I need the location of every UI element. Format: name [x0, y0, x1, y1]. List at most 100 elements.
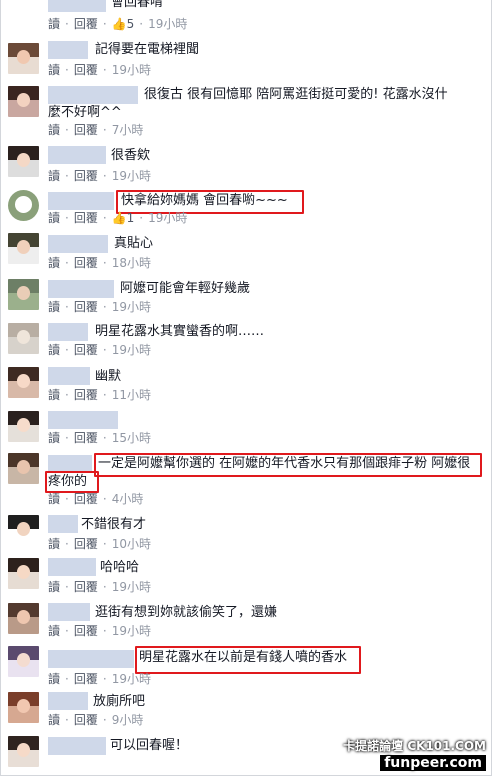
commenter-name[interactable]: [48, 411, 118, 429]
commenter-name[interactable]: [48, 367, 90, 385]
reply-link[interactable]: 回覆: [74, 672, 98, 686]
timestamp[interactable]: 9小時: [112, 713, 144, 727]
comment-actions: 讀 · 回覆 · 👍1 · 19小時: [48, 211, 188, 225]
timestamp[interactable]: 19小時: [148, 17, 187, 31]
avatar[interactable]: [8, 146, 39, 177]
like-count[interactable]: 👍5: [112, 17, 135, 31]
timestamp[interactable]: 19小時: [148, 211, 187, 225]
read-link[interactable]: 讀: [48, 300, 60, 314]
commenter-name[interactable]: [48, 323, 88, 341]
read-link[interactable]: 讀: [48, 492, 60, 506]
avatar[interactable]: [8, 646, 39, 677]
avatar[interactable]: [8, 453, 39, 484]
reply-link[interactable]: 回覆: [74, 388, 98, 402]
reply-link[interactable]: 回覆: [74, 63, 98, 77]
avatar[interactable]: [8, 279, 39, 310]
reply-link[interactable]: 回覆: [74, 431, 98, 445]
like-count[interactable]: 👍1: [112, 211, 135, 225]
reply-link[interactable]: 回覆: [74, 343, 98, 357]
read-link[interactable]: 讀: [48, 624, 60, 638]
comment-actions: 讀 · 回覆 · 10小時: [48, 537, 151, 551]
comment-text: 幽默: [95, 369, 122, 384]
read-link[interactable]: 讀: [48, 537, 60, 551]
timestamp[interactable]: 19小時: [112, 343, 151, 357]
reply-link[interactable]: 回覆: [74, 580, 98, 594]
read-link[interactable]: 讀: [48, 211, 60, 225]
avatar[interactable]: [8, 515, 39, 546]
timestamp[interactable]: 19小時: [112, 580, 151, 594]
reply-link[interactable]: 回覆: [74, 169, 98, 183]
commenter-name[interactable]: [48, 235, 108, 253]
avatar[interactable]: [8, 86, 39, 117]
commenter-name[interactable]: [48, 146, 106, 164]
comment: 逛街有想到妳就該偷笑了，還嫌 讀 · 回覆 · 19小時: [0, 598, 490, 642]
comment: 很香欸 讀 · 回覆 · 19小時: [0, 142, 490, 186]
commenter-name[interactable]: [48, 692, 88, 710]
commenter-name[interactable]: [48, 515, 78, 533]
comment-actions: 讀 · 回覆 · 19小時: [48, 343, 151, 357]
comment-text: 逛街有想到妳就該偷笑了，還嫌: [95, 605, 278, 620]
reply-link[interactable]: 回覆: [74, 211, 98, 225]
read-link[interactable]: 讀: [48, 388, 60, 402]
reply-link[interactable]: 回覆: [74, 123, 98, 137]
commenter-name[interactable]: [48, 280, 114, 298]
timestamp[interactable]: 19小時: [112, 63, 151, 77]
avatar[interactable]: [8, 323, 39, 354]
avatar[interactable]: [8, 411, 39, 442]
timestamp[interactable]: 19小時: [112, 672, 151, 686]
commenter-name[interactable]: [48, 603, 90, 621]
comment-actions: 讀 · 回覆 · 9小時: [48, 713, 144, 727]
read-link[interactable]: 讀: [48, 17, 60, 31]
commenter-name[interactable]: [48, 41, 88, 59]
read-link[interactable]: 讀: [48, 431, 60, 445]
commenter-name[interactable]: [48, 558, 96, 576]
read-link[interactable]: 讀: [48, 169, 60, 183]
avatar[interactable]: [8, 736, 39, 767]
read-link[interactable]: 讀: [48, 713, 60, 727]
read-link[interactable]: 讀: [48, 123, 60, 137]
timestamp[interactable]: 19小時: [112, 169, 151, 183]
comment-actions: 讀 · 回覆 · 7小時: [48, 123, 144, 137]
reply-link[interactable]: 回覆: [74, 256, 98, 270]
avatar[interactable]: [8, 367, 39, 398]
timestamp[interactable]: 4小時: [112, 492, 144, 506]
avatar[interactable]: [8, 558, 39, 589]
reply-link[interactable]: 回覆: [74, 17, 98, 31]
avatar[interactable]: [8, 603, 39, 634]
comment: 不錯很有才 讀 · 回覆 · 10小時: [0, 510, 490, 554]
avatar[interactable]: [8, 43, 39, 74]
comment-actions: 讀 · 回覆 · 19小時: [48, 63, 151, 77]
timestamp[interactable]: 15小時: [112, 431, 151, 445]
timestamp[interactable]: 18小時: [112, 256, 151, 270]
commenter-name[interactable]: [48, 0, 106, 12]
timestamp[interactable]: 19小時: [112, 624, 151, 638]
read-link[interactable]: 讀: [48, 343, 60, 357]
read-link[interactable]: 讀: [48, 63, 60, 77]
reply-link[interactable]: 回覆: [74, 492, 98, 506]
timestamp[interactable]: 19小時: [112, 300, 151, 314]
comment-text: 明星花露水在以前是有錢人噴的香水: [139, 650, 348, 665]
read-link[interactable]: 讀: [48, 256, 60, 270]
avatar[interactable]: [8, 692, 39, 723]
reply-link[interactable]: 回覆: [74, 300, 98, 314]
commenter-name[interactable]: [48, 192, 114, 210]
commenter-name[interactable]: [48, 737, 106, 755]
avatar[interactable]: [8, 190, 39, 221]
reply-link[interactable]: 回覆: [74, 537, 98, 551]
reply-link[interactable]: 回覆: [74, 624, 98, 638]
read-link[interactable]: 讀: [48, 580, 60, 594]
comment-text: 哈哈哈: [100, 560, 140, 575]
avatar[interactable]: [8, 233, 39, 264]
comment: 記得要在電梯裡聞 讀 · 回覆 · 19小時: [0, 40, 490, 82]
comment-text: 快拿給妳媽媽 會回春喲~~~: [121, 193, 288, 208]
reply-link[interactable]: 回覆: [74, 713, 98, 727]
timestamp[interactable]: 7小時: [112, 123, 144, 137]
comment-actions: 讀 · 回覆 · 18小時: [48, 256, 151, 270]
comment: 真貼心 讀 · 回覆 · 18小時: [0, 231, 490, 276]
timestamp[interactable]: 11小時: [112, 388, 151, 402]
read-link[interactable]: 讀: [48, 672, 60, 686]
comment: 阿嬤可能會年輕好幾歲 讀 · 回覆 · 19小時: [0, 276, 490, 320]
comment: 一定是阿嬤幫你選的 在阿嬤的年代香水只有那個跟痱子粉 阿嬤很疼你的 讀 · 回覆 · 4…: [0, 450, 490, 510]
timestamp[interactable]: 10小時: [112, 537, 151, 551]
commenter-name[interactable]: [48, 650, 134, 668]
